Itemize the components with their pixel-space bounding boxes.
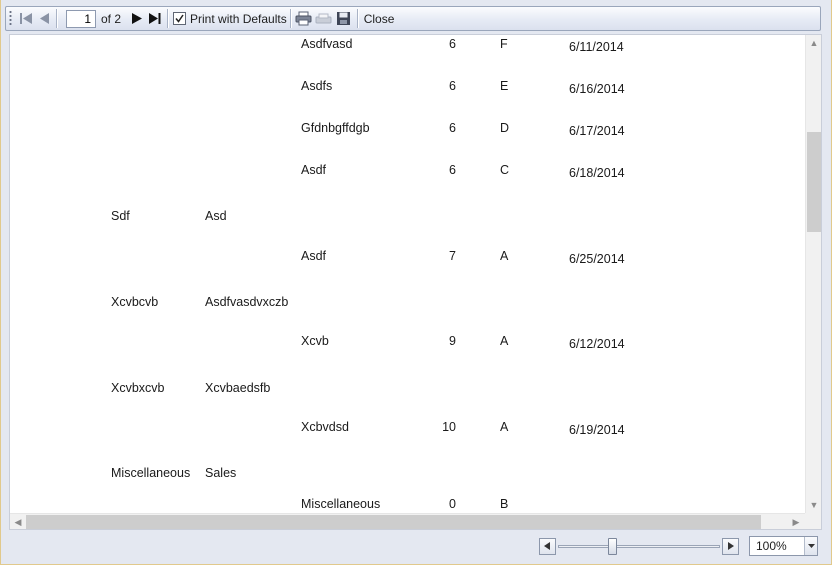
- scroll-up-icon[interactable]: ▲: [806, 35, 821, 51]
- report-cell-qty: 10: [442, 420, 456, 434]
- report-cell-item: Asdfs: [301, 79, 333, 93]
- zoom-slider-thumb[interactable]: [608, 537, 617, 555]
- last-page-icon: [148, 12, 162, 25]
- save-icon: [336, 11, 351, 26]
- scroll-left-icon[interactable]: ◀: [10, 514, 26, 529]
- report-cell-qty: 6: [449, 37, 456, 51]
- print-with-defaults-toggle[interactable]: Print with Defaults: [173, 12, 287, 26]
- horizontal-scroll-thumb[interactable]: [26, 515, 761, 529]
- report-cell-qty: 6: [449, 121, 456, 135]
- zoom-slider-track: [558, 544, 720, 548]
- scroll-down-icon[interactable]: ▼: [806, 497, 821, 513]
- report-cell-date: 6/12/2014: [569, 337, 625, 351]
- report-page: Asdfvasd 6 F 6/11/2014 Asdfs 6 E 6/16/2014 Gfdnb…: [10, 35, 807, 514]
- zoom-out-button[interactable]: [539, 537, 556, 555]
- first-page-icon: [19, 12, 33, 25]
- toolbar-separator: [289, 9, 291, 28]
- report-cell-grade: F: [500, 37, 508, 51]
- zoom-level-value: 100%: [756, 539, 787, 553]
- toolbar-separator: [167, 9, 169, 28]
- report-cell-date: 6/19/2014: [569, 423, 625, 437]
- previous-page-button[interactable]: [35, 9, 53, 29]
- report-cell-group1: Xcvbcvb: [111, 295, 159, 309]
- vertical-scroll-thumb[interactable]: [807, 132, 821, 232]
- scroll-right-icon[interactable]: ▶: [788, 514, 804, 529]
- page-count-text: of 2: [101, 11, 122, 26]
- report-cell-grade: A: [500, 334, 509, 348]
- report-cell-grade: A: [500, 420, 509, 434]
- report-cell-grade: D: [500, 121, 510, 135]
- report-cell-group1: Xcvbxcvb: [111, 381, 165, 395]
- zoom-in-icon: [728, 542, 734, 550]
- report-cell-item: Asdf: [301, 249, 327, 263]
- print-button[interactable]: [294, 9, 314, 29]
- page-setup-icon: [315, 11, 332, 26]
- toolbar: of 2 Print with Defaults: [5, 6, 821, 31]
- print-with-defaults-checkbox[interactable]: [173, 12, 187, 25]
- save-button[interactable]: [334, 9, 354, 29]
- scrollbar-corner: [805, 513, 821, 529]
- report-cell-item: Xcbvdsd: [301, 420, 349, 434]
- report-cell-date: 6/16/2014: [569, 82, 625, 96]
- report-cell-group2: Asdfvasdvxczb: [205, 295, 289, 309]
- zoom-out-icon: [544, 542, 550, 550]
- report-cell-grade: B: [500, 497, 509, 511]
- report-viewer-window: of 2 Print with Defaults: [0, 0, 832, 565]
- report-cell-grade: A: [500, 249, 509, 263]
- print-with-defaults-label: Print with Defaults: [190, 11, 287, 26]
- report-cell-qty: 6: [449, 79, 456, 93]
- zoom-level-select[interactable]: 100%: [749, 536, 818, 556]
- report-cell-date: 6/18/2014: [569, 166, 625, 180]
- report-cell-qty: 9: [449, 334, 456, 348]
- next-page-icon: [131, 12, 143, 25]
- report-cell-qty: 7: [449, 249, 456, 263]
- report-cell-date: 6/25/2014: [569, 252, 625, 266]
- report-cell-qty: 0: [449, 497, 456, 511]
- report-cell-group1: Sdf: [111, 209, 130, 223]
- zoom-bar: 100%: [539, 536, 818, 556]
- report-cell-date: 6/11/2014: [569, 40, 624, 54]
- checkmark-icon: [175, 14, 184, 23]
- report-cell-item: Asdfvasd: [301, 37, 353, 51]
- next-page-button[interactable]: [128, 9, 146, 29]
- report-cell-item: Gfdnbgffdgb: [301, 121, 370, 135]
- report-cell-grade: C: [500, 163, 510, 177]
- toolbar-separator: [56, 9, 57, 28]
- report-viewport: Asdfvasd 6 F 6/11/2014 Asdfs 6 E 6/16/2014 Gfdnb…: [9, 34, 822, 530]
- report-cell-date: 6/17/2014: [569, 124, 625, 138]
- zoom-slider[interactable]: [558, 537, 720, 555]
- vertical-scrollbar[interactable]: ▲ ▼: [805, 35, 821, 514]
- first-page-button[interactable]: [17, 9, 35, 29]
- report-cell-group1: Miscellaneous: [111, 466, 191, 480]
- report-cell-group2: Asd: [205, 209, 227, 223]
- report-cell-item: Asdf: [301, 163, 327, 177]
- printer-icon: [295, 11, 312, 26]
- last-page-button[interactable]: [146, 9, 164, 29]
- horizontal-scrollbar[interactable]: ◀ ▶: [10, 513, 807, 529]
- report-cell-qty: 6: [449, 163, 456, 177]
- chevron-down-icon[interactable]: [804, 537, 817, 555]
- current-page-input[interactable]: [66, 9, 96, 28]
- toolbar-separator: [356, 9, 358, 28]
- toolbar-grip[interactable]: [9, 10, 12, 27]
- zoom-in-button[interactable]: [722, 537, 739, 555]
- previous-page-icon: [38, 12, 50, 25]
- close-button[interactable]: Close: [364, 12, 395, 26]
- report-cell-group2: Sales: [205, 466, 237, 480]
- report-cell-item: Xcvb: [301, 334, 329, 348]
- page-setup-button[interactable]: [314, 9, 334, 29]
- report-cell-group2: Xcvbaedsfb: [205, 381, 271, 395]
- report-cell-item: Miscellaneous: [301, 497, 381, 511]
- report-cell-grade: E: [500, 79, 509, 93]
